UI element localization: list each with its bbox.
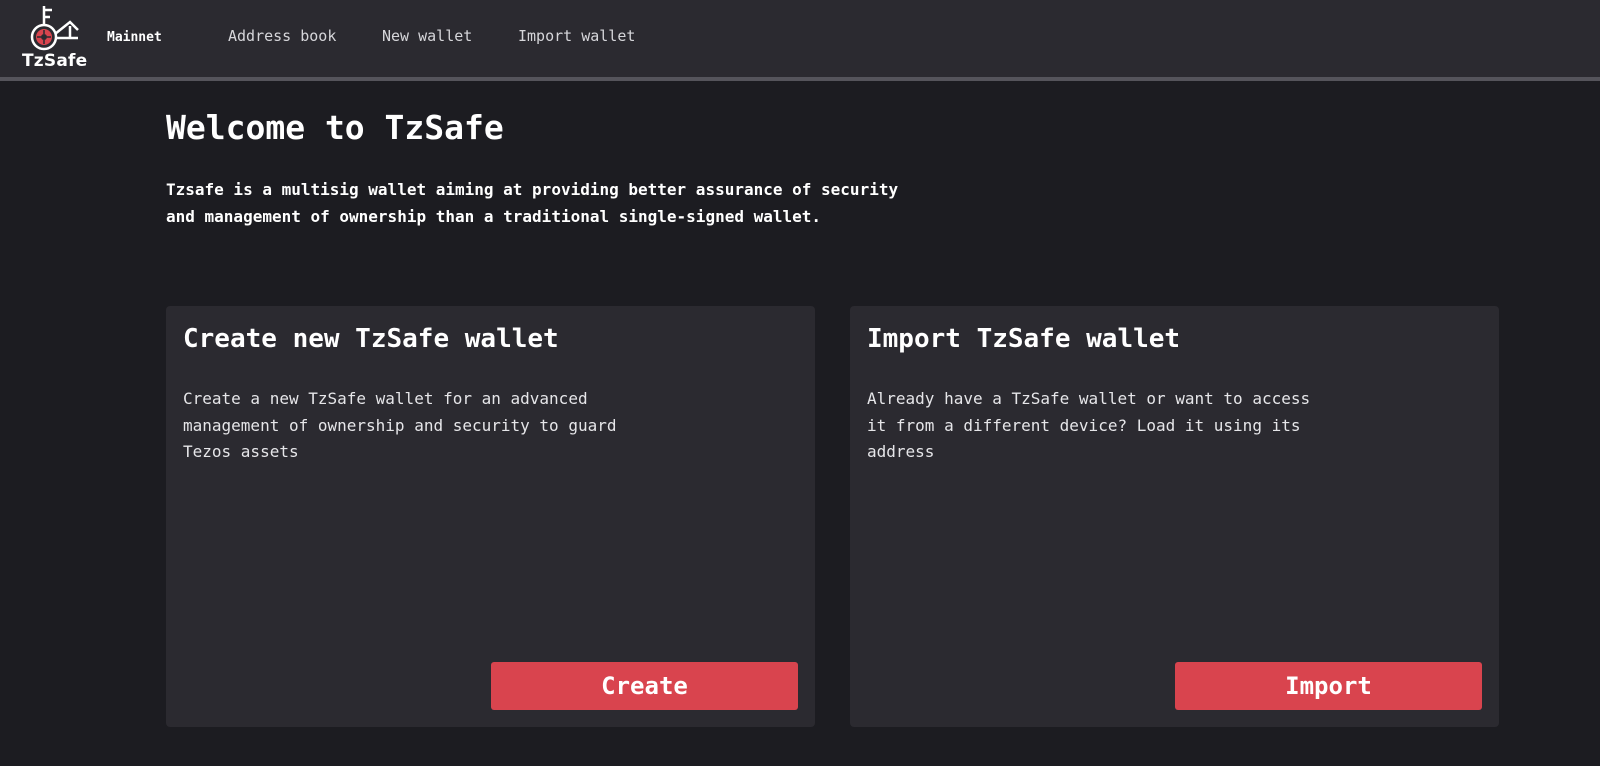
- import-button[interactable]: Import: [1175, 662, 1482, 710]
- page-title: Welcome to TzSafe: [166, 108, 504, 147]
- import-card-description: Already have a TzSafe wallet or want to …: [867, 389, 1311, 461]
- tzsafe-logo[interactable]: TzSafe: [18, 4, 90, 71]
- create-card-title: Create new TzSafe wallet: [183, 324, 559, 354]
- top-navigation-bar: TzSafe Mainnet Address book New wallet I…: [0, 0, 1600, 81]
- logo-wordmark: TzSafe: [22, 51, 88, 71]
- nav-new-wallet[interactable]: New wallet: [382, 27, 472, 45]
- network-indicator[interactable]: Mainnet: [107, 30, 162, 45]
- nav-address-book[interactable]: Address book: [228, 27, 336, 45]
- create-wallet-card: Create new TzSafe wallet Create a new Tz…: [166, 306, 815, 727]
- intro-text: Tzsafe is a multisig wallet aiming at pr…: [166, 180, 899, 226]
- nav-import-wallet[interactable]: Import wallet: [518, 27, 635, 45]
- import-wallet-card: Import TzSafe wallet Already have a TzSa…: [850, 306, 1499, 727]
- key-shield-logo-icon: [30, 6, 79, 51]
- import-card-title: Import TzSafe wallet: [867, 324, 1181, 354]
- create-card-description: Create a new TzSafe wallet for an advanc…: [183, 389, 617, 461]
- create-button[interactable]: Create: [491, 662, 798, 710]
